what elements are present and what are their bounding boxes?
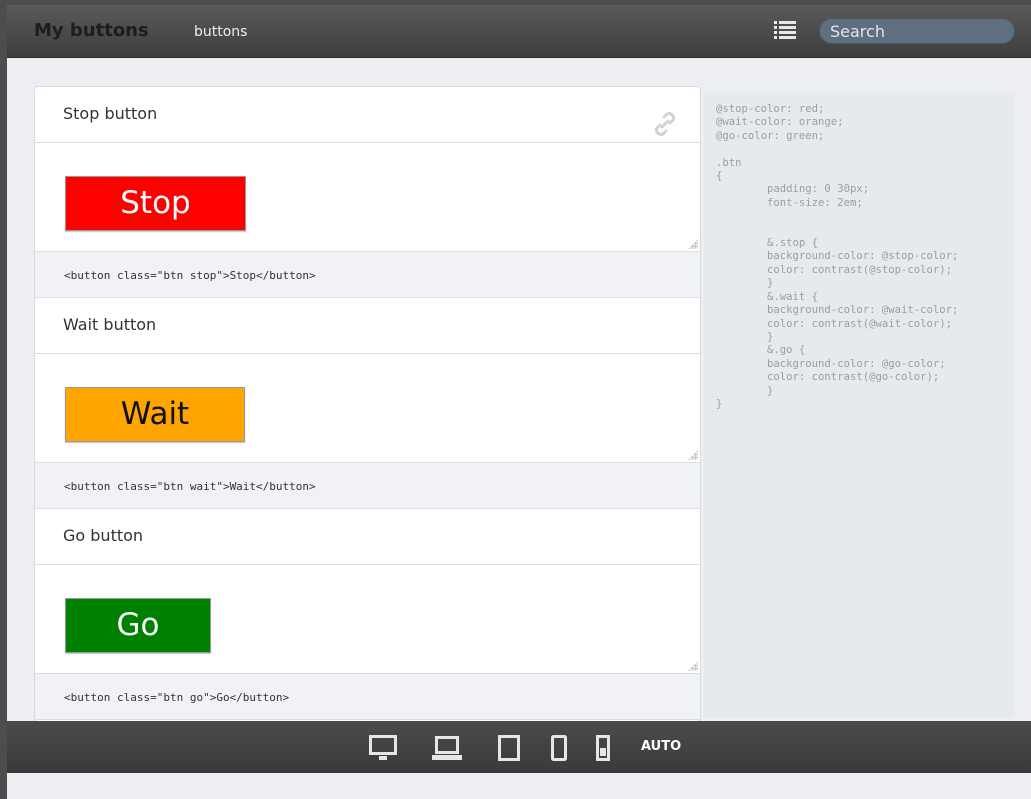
bottom-strip <box>7 773 1031 799</box>
css-source-code: @stop-color: red; @wait-color: orange; @… <box>716 103 959 410</box>
app-title: My buttons <box>34 20 149 41</box>
resize-handle[interactable] <box>688 450 698 460</box>
app-subtitle: buttons <box>194 24 248 40</box>
tablet-icon[interactable] <box>498 735 520 761</box>
list-icon[interactable] <box>774 20 796 40</box>
card-preview: Stop <box>35 143 700 252</box>
app-frame: My buttons buttons Stop button S <box>7 5 1031 799</box>
card-preview: Wait <box>35 354 700 463</box>
link-icon[interactable] <box>650 109 680 139</box>
card-code-snippet: <button class="btn wait">Wait</button> <box>35 463 700 509</box>
small-phone-icon[interactable] <box>596 735 610 761</box>
card-stop: Stop button Stop <button class="btn stop… <box>35 87 700 298</box>
stop-button[interactable]: Stop <box>65 176 246 231</box>
desktop-icon[interactable] <box>369 735 397 761</box>
card-preview: Go <box>35 565 700 674</box>
card-go: Go button Go <button class="btn go">Go</… <box>35 509 700 720</box>
laptop-icon[interactable] <box>432 735 462 761</box>
resize-handle[interactable] <box>688 239 698 249</box>
card-heading: Wait button <box>35 298 700 354</box>
card-wait: Wait button Wait <button class="btn wait… <box>35 298 700 509</box>
css-source-panel: @stop-color: red; @wait-color: orange; @… <box>704 93 1015 718</box>
search-input[interactable] <box>819 18 1015 44</box>
wait-button[interactable]: Wait <box>65 387 245 442</box>
card-heading: Go button <box>35 509 700 565</box>
preview-panel: Stop button Stop <button class="btn stop… <box>34 86 701 722</box>
go-button[interactable]: Go <box>65 598 211 653</box>
device-toolbar: AUTO <box>7 721 1031 773</box>
resize-handle[interactable] <box>688 661 698 671</box>
phone-icon[interactable] <box>551 735 567 761</box>
card-code-snippet: <button class="btn stop">Stop</button> <box>35 252 700 298</box>
auto-size-button[interactable]: AUTO <box>641 739 681 754</box>
card-heading: Stop button <box>35 87 700 143</box>
card-code-snippet: <button class="btn go">Go</button> <box>35 674 700 720</box>
top-bar: My buttons buttons <box>7 5 1031 58</box>
